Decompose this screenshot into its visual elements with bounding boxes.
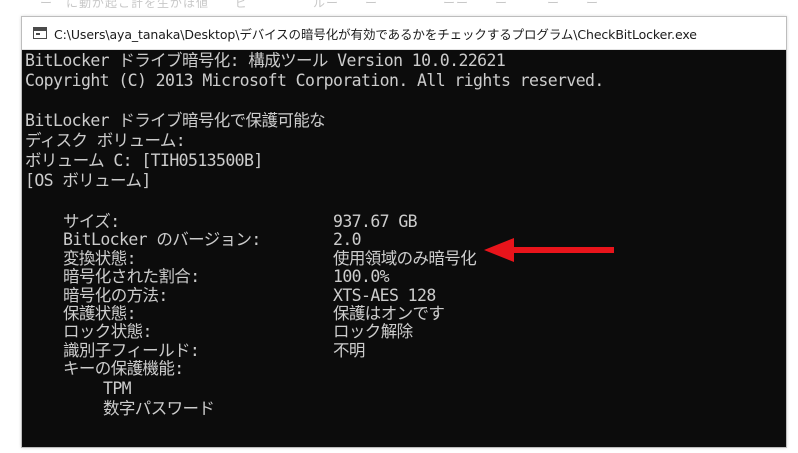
- property-value: 不明: [333, 340, 365, 360]
- volume-line: ボリューム C: [TIH0513500B]: [25, 151, 263, 170]
- property-label: キーの保護機能:: [63, 359, 184, 379]
- property-value: 2.0: [333, 230, 362, 250]
- property-label: ロック状態:: [63, 322, 152, 342]
- console-intro-line: BitLocker ドライブ暗号化で保護可能な: [25, 111, 326, 130]
- property-value: 使用領域のみ暗号化: [333, 248, 477, 268]
- property-value: 937.67 GB: [333, 212, 418, 231]
- screenshot: ー に動が起こ計を生がほ値 ピ ルー ー ーー ー ー ー C:\Users\a…: [0, 0, 798, 453]
- property-row-conversion-status: 変換状態: 使用領域のみ暗号化: [25, 248, 783, 268]
- console-header-line: BitLocker ドライブ暗号化: 構成ツール Version 10.0.22…: [25, 51, 506, 70]
- property-row-lock-status: ロック状態: ロック解除: [25, 322, 783, 342]
- property-row-size: サイズ: 937.67 GB: [25, 212, 783, 231]
- property-label: 変換状態:: [63, 248, 137, 268]
- os-volume-line: [OS ボリューム]: [25, 171, 151, 190]
- property-label: BitLocker のバージョン:: [63, 230, 261, 250]
- property-row-identification-field: 識別子フィールド: 不明: [25, 340, 783, 360]
- title-bar[interactable]: C:\Users\aya_tanaka\Desktop\デバイスの暗号化が有効で…: [22, 17, 786, 50]
- property-row-key-protectors: キーの保護機能:: [25, 359, 783, 379]
- console-output[interactable]: BitLocker ドライブ暗号化: 構成ツール Version 10.0.22…: [25, 51, 783, 443]
- property-value: 保護はオンです: [333, 303, 445, 323]
- console-app-icon[interactable]: [33, 27, 47, 39]
- console-intro-line: ディスク ボリューム:: [25, 131, 186, 150]
- property-row-version: BitLocker のバージョン: 2.0: [25, 230, 783, 250]
- property-label: 識別子フィールド:: [63, 340, 200, 360]
- property-value: 100.0%: [333, 267, 390, 287]
- key-protector-item: 数字パスワード: [103, 398, 215, 418]
- volume-properties: サイズ: 937.67 GB BitLocker のバージョン: 2.0 変換状…: [25, 212, 783, 419]
- console-window: C:\Users\aya_tanaka\Desktop\デバイスの暗号化が有効で…: [21, 16, 787, 448]
- property-label: 保護状態:: [63, 303, 137, 323]
- arrow-shaft-shape: [510, 247, 614, 253]
- property-row-percentage-encrypted: 暗号化された割合: 100.0%: [25, 267, 783, 287]
- property-value: ロック解除: [333, 322, 413, 342]
- console-copyright-line: Copyright (C) 2013 Microsoft Corporation…: [25, 71, 604, 90]
- window-title: C:\Users\aya_tanaka\Desktop\デバイスの暗号化が有効で…: [54, 26, 697, 42]
- background-document-text: ー に動が起こ計を生がほ値 ピ ルー ー ーー ー ー ー: [40, 0, 600, 8]
- property-label: 暗号化の方法:: [63, 285, 168, 305]
- property-value: XTS-AES 128: [333, 285, 436, 305]
- property-label: サイズ:: [63, 212, 120, 231]
- arrow-head-shape: [484, 238, 514, 262]
- property-label: 暗号化された割合:: [63, 267, 200, 287]
- property-row-encryption-method: 暗号化の方法: XTS-AES 128: [25, 285, 783, 305]
- property-row-protection-status: 保護状態: 保護はオンです: [25, 303, 783, 323]
- key-protector-item: TPM: [103, 378, 132, 398]
- red-arrow-annotation: [484, 238, 614, 262]
